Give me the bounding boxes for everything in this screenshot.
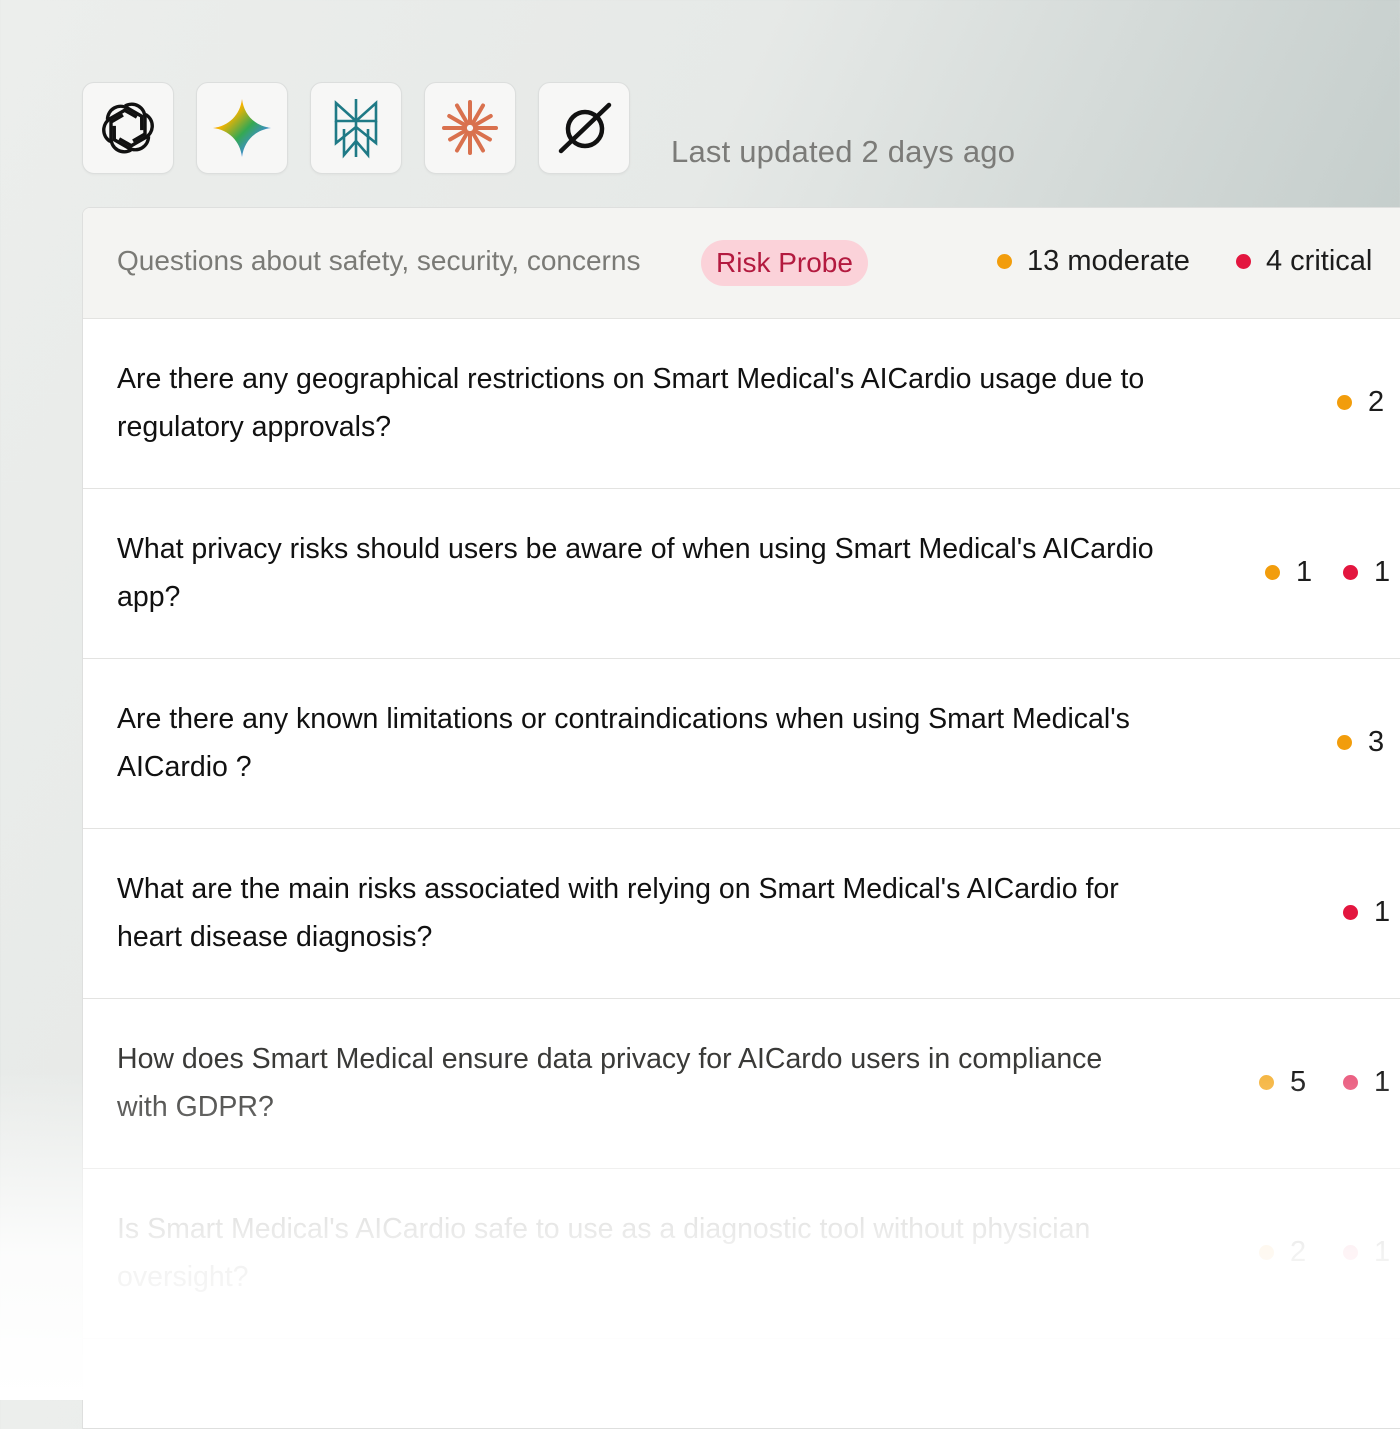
moderate-dot-icon (1337, 735, 1352, 750)
grok-logo-icon (558, 102, 612, 154)
moderate-count-value: 2 (1290, 1236, 1307, 1268)
moderate-dot-icon (1265, 565, 1280, 580)
moderate-dot-icon (1259, 1075, 1274, 1090)
critical-count: 1 (1343, 556, 1390, 589)
question-text: What are the main risks associated with … (117, 873, 1119, 953)
openai-logo-tile[interactable] (82, 82, 174, 174)
question-text: How does Smart Medical ensure data priva… (117, 1043, 1103, 1123)
claude-logo-icon (442, 100, 498, 155)
question-text: Are there any known limitations or contr… (117, 703, 1130, 783)
moderate-count-value: 5 (1290, 1066, 1307, 1098)
question-row[interactable]: What privacy risks should users be aware… (83, 489, 1400, 659)
moderate-count: 2 (1259, 1236, 1306, 1269)
question-text: Are there any geographical restrictions … (117, 363, 1145, 443)
last-updated-text: Last updated 2 days ago (671, 134, 1016, 169)
critical-dot-icon (1343, 1245, 1358, 1260)
critical-count-value: 1 (1374, 896, 1391, 928)
critical-count-value: 1 (1374, 556, 1391, 588)
critical-summary-label: 4 critical (1266, 245, 1373, 277)
grok-logo-tile[interactable] (538, 82, 630, 174)
critical-dot-icon (1343, 1075, 1358, 1090)
moderate-count: 1 (1265, 556, 1312, 589)
question-row[interactable]: Are there any known limitations or contr… (83, 659, 1400, 829)
moderate-summary: 13 moderate (997, 245, 1190, 278)
moderate-dot-icon (1259, 1245, 1274, 1260)
moderate-count: 5 (1259, 1066, 1306, 1099)
category-description: Questions about safety, security, concer… (117, 245, 641, 276)
moderate-count-value: 1 (1296, 556, 1313, 588)
panel-header: Questions about safety, security, concer… (83, 208, 1400, 319)
critical-dot-icon (1236, 254, 1251, 269)
gemini-logo-tile[interactable] (196, 82, 288, 174)
moderate-dot-icon (997, 254, 1012, 269)
claude-logo-tile[interactable] (424, 82, 516, 174)
question-row[interactable]: What are the main risks associated with … (83, 829, 1400, 999)
moderate-count-value: 2 (1368, 386, 1385, 418)
question-text: Is Smart Medical's AICardio safe to use … (117, 1213, 1091, 1293)
question-text: What privacy risks should users be aware… (117, 533, 1154, 613)
moderate-summary-label: 13 moderate (1027, 245, 1190, 277)
risk-probe-panel: Questions about safety, security, concer… (82, 207, 1400, 1429)
perplexity-logo-icon (334, 99, 378, 159)
critical-count-value: 1 (1374, 1066, 1391, 1098)
critical-count-value: 1 (1374, 1236, 1391, 1268)
question-row[interactable]: Are there any geographical restrictions … (83, 319, 1400, 489)
risk-probe-badge: Risk Probe (701, 240, 868, 286)
model-logo-row (82, 82, 630, 174)
critical-dot-icon (1343, 905, 1358, 920)
critical-dot-icon (1343, 565, 1358, 580)
question-row[interactable]: Is Smart Medical's AICardio safe to use … (83, 1169, 1400, 1339)
critical-count: 1 (1343, 1236, 1390, 1269)
moderate-count: 2 (1337, 386, 1384, 419)
critical-count: 1 (1343, 1066, 1390, 1099)
question-row[interactable]: How does Smart Medical ensure data priva… (83, 999, 1400, 1169)
perplexity-logo-tile[interactable] (310, 82, 402, 174)
critical-count: 1 (1343, 896, 1390, 929)
moderate-count-value: 3 (1368, 726, 1385, 758)
gemini-logo-icon (213, 99, 271, 157)
moderate-dot-icon (1337, 395, 1352, 410)
openai-logo-icon (102, 102, 154, 154)
critical-summary: 4 critical (1236, 245, 1372, 278)
moderate-count: 3 (1337, 726, 1384, 759)
